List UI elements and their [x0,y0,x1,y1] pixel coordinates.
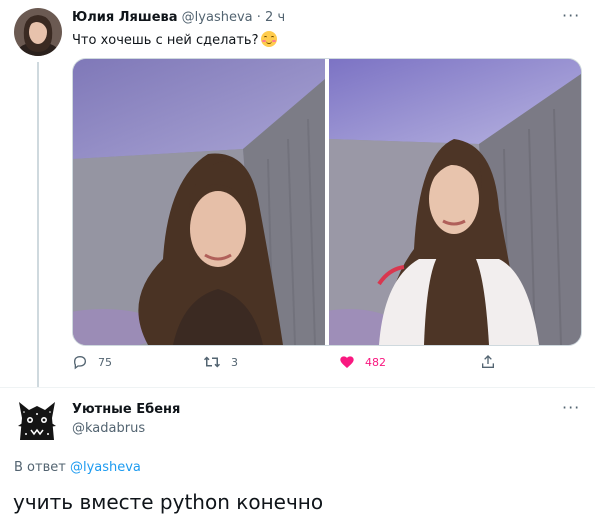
reply-button[interactable]: 75 [72,354,112,370]
retweet-icon [203,356,221,368]
author-avatar[interactable] [14,8,62,56]
smiling-face-emoji-icon [260,31,277,47]
separator: · [256,10,261,25]
author-handle[interactable]: @lyasheva [182,10,253,25]
wolf-avatar-icon [18,402,56,440]
reply-author-handle[interactable]: @kadabrus [72,421,145,436]
tweet-photo-1[interactable] [73,59,325,345]
tweet-time[interactable]: 2 ч [265,10,285,25]
like-button[interactable]: 482 [339,354,386,370]
tweet-photo-2[interactable] [329,59,581,345]
reply-icon [73,355,87,370]
more-options-icon[interactable]: ··· [562,6,580,25]
retweet-button[interactable]: 3 [203,354,238,370]
heart-filled-icon [340,356,354,368]
photo-1-image [73,59,325,345]
tweet-text-row: Что хочешь с ней сделать? [72,31,277,48]
avatar-image [14,8,62,56]
like-count: 482 [365,355,386,369]
reply-text: учить вместе python конечно [13,490,324,514]
tweet-divider [0,387,595,388]
tweet-text: Что хочешь с ней сделать? [72,33,259,48]
replying-to-handle-link[interactable]: @lyasheva [70,460,141,475]
replying-to-prefix: В ответ [14,460,66,475]
retweet-count: 3 [231,355,238,369]
tweet-actions: 75 3 482 [72,354,580,378]
tweet-media-grid [72,58,582,346]
share-button[interactable] [480,354,506,370]
reply-count: 75 [98,355,112,369]
thread-line [37,62,39,388]
reply-more-options-icon[interactable]: ··· [562,398,580,417]
photo-2-image [329,59,581,345]
reply-author-name[interactable]: Уютные Ебеня [72,402,180,417]
replying-to: В ответ @lyasheva [14,460,141,475]
reply-author-avatar[interactable] [16,396,58,442]
share-icon [482,355,494,368]
tweet-header: Юлия Ляшева @lyasheva · 2 ч [72,10,285,25]
author-name[interactable]: Юлия Ляшева [72,10,178,25]
